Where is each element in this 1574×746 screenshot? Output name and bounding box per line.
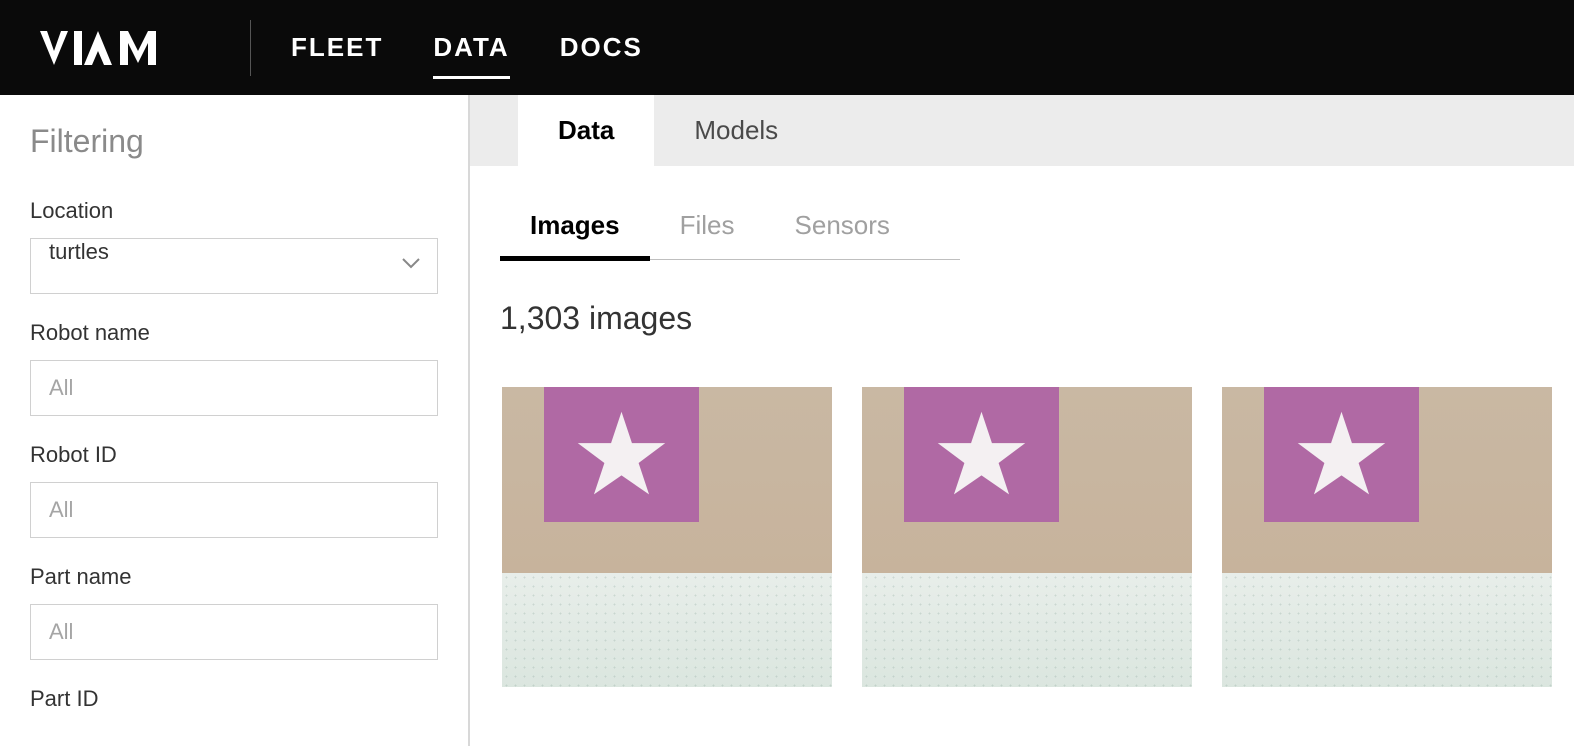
content-area: Images Files Sensors 1,303 images: [470, 166, 1574, 746]
subtab-sensors[interactable]: Sensors: [765, 196, 920, 259]
field-location: Location turtles: [30, 198, 438, 294]
tab-data[interactable]: Data: [518, 95, 654, 166]
sidebar-title: Filtering: [30, 123, 438, 160]
input-robot-name[interactable]: [30, 360, 438, 416]
star-icon: [574, 407, 669, 502]
label-robot-id: Robot ID: [30, 442, 438, 468]
star-icon: [934, 407, 1029, 502]
star-icon: [1294, 407, 1389, 502]
main-panel: Data Models Images Files Sensors 1,303 i…: [470, 95, 1574, 746]
nav-fleet[interactable]: FLEET: [291, 22, 383, 73]
input-part-name[interactable]: [30, 604, 438, 660]
star-banner: [544, 387, 699, 522]
header-divider: [250, 20, 251, 76]
viam-logo[interactable]: [40, 29, 210, 67]
star-banner: [904, 387, 1059, 522]
image-thumbnail[interactable]: [502, 387, 832, 687]
image-thumbnail[interactable]: [1222, 387, 1552, 687]
nav-docs[interactable]: DOCS: [560, 22, 643, 73]
select-location[interactable]: turtles: [30, 238, 438, 294]
label-location: Location: [30, 198, 438, 224]
field-robot-name: Robot name: [30, 320, 438, 416]
star-banner: [1264, 387, 1419, 522]
label-part-name: Part name: [30, 564, 438, 590]
input-robot-id[interactable]: [30, 482, 438, 538]
field-part-name: Part name: [30, 564, 438, 660]
field-robot-id: Robot ID: [30, 442, 438, 538]
main-nav: FLEET DATA DOCS: [291, 22, 643, 73]
top-header: FLEET DATA DOCS: [0, 0, 1574, 95]
primary-tabs: Data Models: [470, 95, 1574, 166]
tab-models[interactable]: Models: [654, 95, 818, 166]
filter-sidebar: Filtering Location turtles Robot name Ro…: [0, 95, 470, 746]
nav-data[interactable]: DATA: [433, 22, 509, 73]
thumbnail-grid: [500, 387, 1574, 687]
label-robot-name: Robot name: [30, 320, 438, 346]
secondary-tabs: Images Files Sensors: [500, 196, 960, 260]
body: Filtering Location turtles Robot name Ro…: [0, 95, 1574, 746]
field-part-id: Part ID: [30, 686, 438, 712]
image-count: 1,303 images: [500, 300, 1574, 337]
label-part-id: Part ID: [30, 686, 438, 712]
subtab-files[interactable]: Files: [650, 196, 765, 259]
subtab-images[interactable]: Images: [500, 196, 650, 259]
image-thumbnail[interactable]: [862, 387, 1192, 687]
